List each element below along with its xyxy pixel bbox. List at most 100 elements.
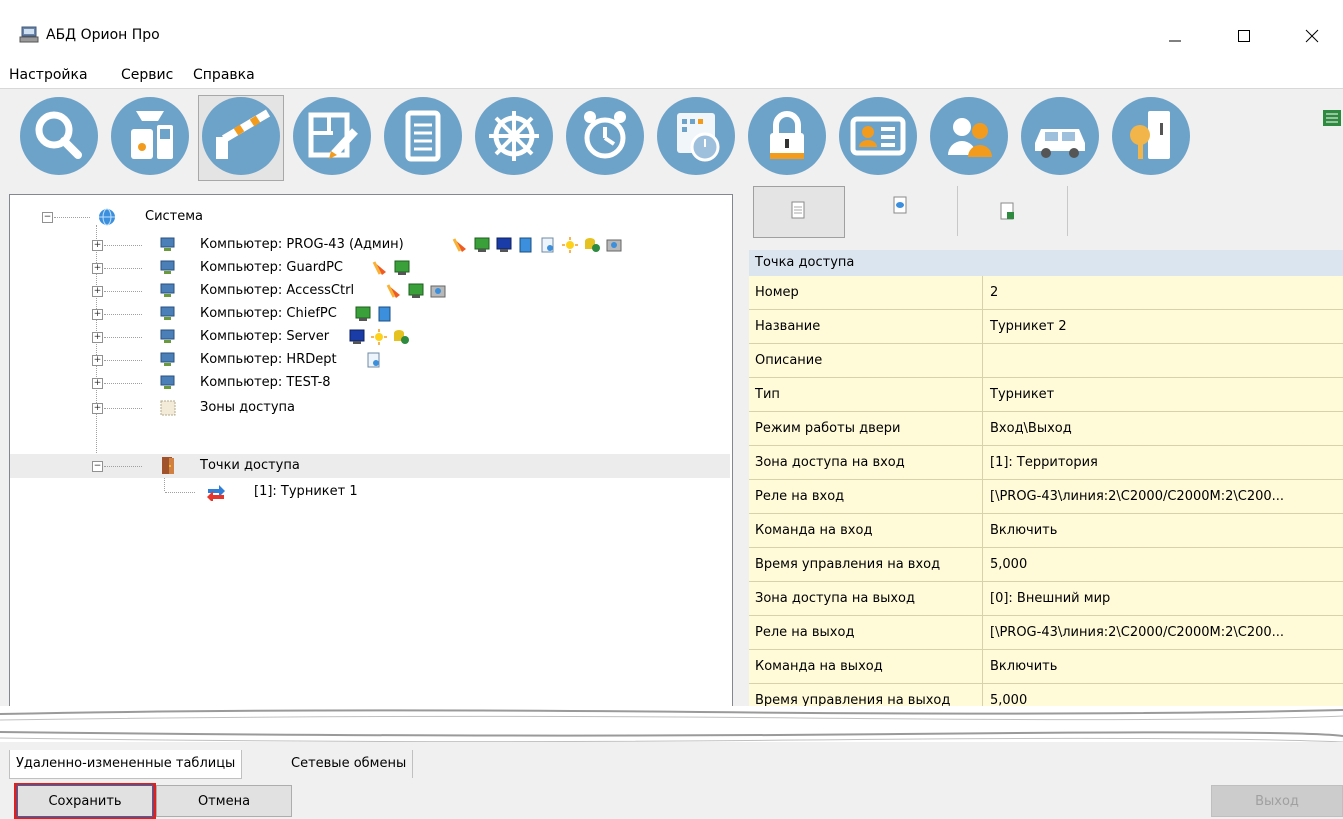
tree-row-computer[interactable]: + Компьютер: ChiefPC [10, 302, 730, 326]
tree-row-computer[interactable]: + Компьютер: TEST-8 [10, 371, 730, 395]
document-refresh-icon [367, 352, 380, 368]
property-value[interactable]: Турникет [984, 378, 1343, 411]
tree-row-computer[interactable]: + Компьютер: HRDept [10, 348, 730, 372]
expand-icon[interactable]: + [92, 355, 103, 366]
tool-search[interactable] [20, 97, 98, 175]
tree-connector [54, 217, 90, 218]
tree-row-access-points[interactable]: − Точки доступа [10, 454, 730, 478]
close-button[interactable] [1290, 18, 1334, 54]
door-icon [162, 457, 174, 474]
property-key: Реле на выход [749, 616, 983, 649]
tree-row-turnstile[interactable]: [1]: Турникет 1 [10, 480, 730, 504]
property-value[interactable]: Вход\Выход [984, 412, 1343, 445]
property-row[interactable]: Номер 2 [749, 276, 1343, 310]
collapse-icon[interactable]: − [92, 461, 103, 472]
property-row[interactable]: Время управления на вход 5,000 [749, 548, 1343, 582]
tree-row-computer[interactable]: + Компьютер: Server [10, 325, 730, 349]
property-value[interactable]: Включить [984, 514, 1343, 547]
tree-row-root[interactable]: − Система [10, 205, 730, 229]
computer-icon [160, 237, 175, 251]
property-row[interactable]: Тип Турникет [749, 378, 1343, 412]
expand-icon[interactable]: + [92, 332, 103, 343]
expand-icon[interactable]: + [92, 403, 103, 414]
menu-service[interactable]: Сервис [121, 67, 173, 83]
expand-icon[interactable]: + [92, 240, 103, 251]
property-row[interactable]: Команда на выход Включить [749, 650, 1343, 684]
property-value[interactable]: Турникет 2 [984, 310, 1343, 343]
monitor-green-icon [474, 237, 490, 252]
property-value[interactable]: [0]: Внешний мир [984, 582, 1343, 615]
tool-barrier[interactable] [202, 97, 280, 175]
property-value[interactable]: [1]: Территория [984, 446, 1343, 479]
tool-devices[interactable] [111, 97, 189, 175]
property-value[interactable] [984, 344, 1343, 377]
property-row[interactable]: Зона доступа на вход [1]: Территория [749, 446, 1343, 480]
computer-icon [160, 283, 175, 297]
tool-users[interactable] [930, 97, 1008, 175]
property-row[interactable]: Реле на вход [\PROG-43\линия:2\С2000/С200… [749, 480, 1343, 514]
collapse-icon[interactable]: − [42, 212, 53, 223]
property-value[interactable]: 2 [984, 276, 1343, 309]
property-row[interactable]: Название Турникет 2 [749, 310, 1343, 344]
property-row[interactable]: Зона доступа на выход [0]: Внешний мир [749, 582, 1343, 616]
tree-row-computer[interactable]: + Компьютер: GuardPC [10, 256, 730, 280]
property-value[interactable]: [\PROG-43\линия:2\С2000/С2000М:2\С200... [984, 480, 1343, 513]
splitter[interactable] [0, 706, 1343, 746]
property-key: Время управления на вход [749, 548, 983, 581]
tool-list[interactable] [384, 97, 462, 175]
exit-button[interactable]: Выход [1211, 785, 1343, 817]
tab-remote-modified[interactable]: Удаленно-измененные таблицы [9, 750, 243, 779]
tree-connector [104, 314, 142, 315]
tree-connector [104, 245, 142, 246]
tab-network-exchanges[interactable]: Сетевые обмены [285, 750, 414, 778]
tree-label-turnstile: [1]: Турникет 1 [254, 484, 358, 499]
expand-icon[interactable]: + [92, 309, 103, 320]
tool-id-card[interactable] [839, 97, 917, 175]
flag-icon [372, 261, 386, 275]
view-list-icon[interactable] [1321, 109, 1343, 127]
property-key: Режим работы двери [749, 412, 983, 445]
computer-icon [160, 375, 175, 389]
tool-schedule[interactable] [657, 97, 735, 175]
cancel-button[interactable]: Отмена [156, 785, 292, 817]
menu-help[interactable]: Справка [193, 67, 255, 83]
tool-alarm-clock[interactable] [566, 97, 644, 175]
tab-comments[interactable] [847, 186, 958, 236]
property-row[interactable]: Режим работы двери Вход\Выход [749, 412, 1343, 446]
menu-settings[interactable]: Настройка [9, 67, 88, 83]
car-icon [1035, 129, 1085, 158]
maximize-button[interactable] [1222, 18, 1266, 54]
users-icon [948, 118, 992, 157]
document-blue-icon [519, 237, 532, 253]
properties-header-label: Точка доступа [755, 255, 855, 270]
turnstile-icon [207, 485, 225, 501]
tree-row-computer[interactable]: + Компьютер: PROG-43 (Админ) [10, 233, 730, 257]
property-row[interactable]: Команда на вход Включить [749, 514, 1343, 548]
tab-add[interactable] [957, 186, 1068, 236]
toolbar [0, 88, 1343, 181]
property-key: Реле на вход [749, 480, 983, 513]
tool-car[interactable] [1021, 97, 1099, 175]
expand-icon[interactable]: + [92, 378, 103, 389]
property-value[interactable]: 5,000 [984, 548, 1343, 581]
property-value[interactable]: [\PROG-43\линия:2\С2000/С2000М:2\С200... [984, 616, 1343, 649]
tool-plan-edit[interactable] [293, 97, 371, 175]
tree-label-system: Система [145, 209, 204, 224]
app-icon [19, 26, 39, 43]
tab-properties[interactable] [753, 186, 845, 238]
tool-wheel[interactable] [475, 97, 553, 175]
search-icon [35, 111, 82, 159]
tree-label-computer: Компьютер: HRDept [200, 352, 337, 367]
tree-row-computer[interactable]: + Компьютер: AccessCtrl [10, 279, 730, 303]
tool-key[interactable] [1112, 97, 1190, 175]
expand-icon[interactable]: + [92, 286, 103, 297]
save-button[interactable]: Сохранить [17, 785, 153, 817]
expand-icon[interactable]: + [92, 263, 103, 274]
property-row[interactable]: Описание [749, 344, 1343, 378]
property-row[interactable]: Реле на выход [\PROG-43\линия:2\С2000/С20… [749, 616, 1343, 650]
property-value[interactable]: Включить [984, 650, 1343, 683]
tool-lock[interactable] [748, 97, 826, 175]
tree-row-zones[interactable]: + Зоны доступа [10, 396, 730, 420]
minimize-button[interactable] [1153, 18, 1197, 54]
tree-label-computer: Компьютер: Server [200, 329, 330, 344]
